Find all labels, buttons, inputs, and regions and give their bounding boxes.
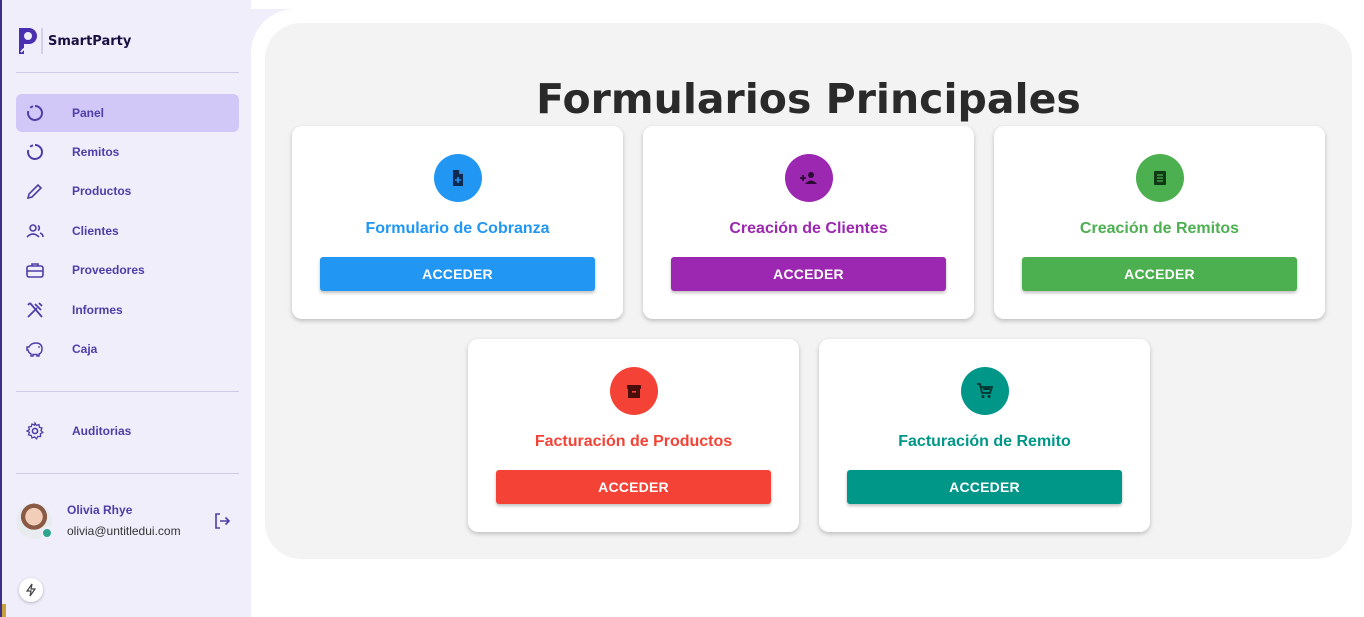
sidebar-item-clientes[interactable]: Clientes	[16, 212, 239, 250]
logo-icon	[19, 28, 43, 54]
sidebar-item-label: Clientes	[72, 224, 119, 238]
person-add-icon	[785, 154, 833, 202]
sidebar-item-label: Productos	[72, 184, 132, 198]
gear-icon	[25, 421, 45, 441]
card-title: Creación de Remitos	[1079, 220, 1240, 237]
sidebar-item-remitos[interactable]: Remitos	[16, 133, 239, 171]
sidebar-item-label: Caja	[72, 342, 98, 356]
sidebar-item-label: Proveedores	[72, 263, 145, 277]
acceder-button[interactable]: ACCEDER	[847, 470, 1122, 504]
card-facturacion-productos: Facturación de Productos ACCEDER	[468, 339, 799, 532]
sidebar-item-label: Informes	[72, 303, 123, 317]
briefcase-icon	[25, 260, 45, 280]
acceder-button[interactable]: ACCEDER	[1022, 257, 1297, 291]
sidebar-item-label: Panel	[72, 106, 105, 120]
bolt-icon[interactable]	[19, 578, 43, 602]
pencil-icon	[25, 181, 45, 201]
corner-decoration	[2, 604, 6, 617]
brand-name: SmartParty	[48, 33, 132, 49]
users-icon	[25, 221, 45, 241]
forms-panel: Formularios Principales Formulario de Co…	[265, 23, 1352, 559]
status-indicator	[41, 527, 53, 539]
sidebar-divider	[16, 72, 239, 73]
brand-logo[interactable]: SmartParty	[16, 26, 131, 56]
card-title: Facturación de Remito	[898, 433, 1071, 450]
sidebar-item-proveedores[interactable]: Proveedores	[16, 251, 239, 289]
piggy-bank-icon	[25, 339, 45, 359]
acceder-button[interactable]: ACCEDER	[671, 257, 946, 291]
card-formulario-cobranza: Formulario de Cobranza ACCEDER	[292, 126, 623, 319]
sidebar-divider	[16, 391, 239, 392]
card-title: Creación de Clientes	[729, 220, 888, 237]
card-facturacion-remito: Facturación de Remito ACCEDER	[819, 339, 1150, 532]
sidebar-item-caja[interactable]: Caja	[16, 330, 239, 368]
card-creacion-remitos: Creación de Remitos ACCEDER	[994, 126, 1325, 319]
document-add-icon	[434, 154, 482, 202]
acceder-button[interactable]: ACCEDER	[320, 257, 595, 291]
logout-icon[interactable]	[212, 511, 232, 531]
archive-icon	[610, 367, 658, 415]
card-title: Facturación de Productos	[534, 433, 733, 450]
user-profile: Olivia Rhye olivia@untitledui.com	[16, 501, 239, 545]
sidebar-item-productos[interactable]: Productos	[16, 172, 239, 210]
receipt-icon	[1136, 154, 1184, 202]
card-title: Formulario de Cobranza	[365, 220, 550, 237]
acceder-button[interactable]: ACCEDER	[496, 470, 771, 504]
cart-icon	[961, 367, 1009, 415]
sidebar-item-label: Auditorias	[72, 424, 132, 438]
sidebar-item-informes[interactable]: Informes	[16, 291, 239, 329]
page-title: Formularios Principales	[536, 75, 1081, 123]
sidebar-item-label: Remitos	[72, 145, 120, 159]
tools-icon	[25, 300, 45, 320]
loading-circle-icon	[25, 103, 45, 123]
user-name: Olivia Rhye	[67, 503, 133, 517]
loading-circle-icon	[25, 142, 45, 162]
sidebar-item-auditorias[interactable]: Auditorias	[16, 412, 239, 450]
card-creacion-clientes: Creación de Clientes ACCEDER	[643, 126, 974, 319]
sidebar-divider	[16, 473, 239, 474]
sidebar-item-panel[interactable]: Panel	[16, 94, 239, 132]
sidebar: SmartParty Panel Remitos Productos Clien…	[0, 0, 251, 617]
user-email: olivia@untitledui.com	[67, 524, 181, 538]
